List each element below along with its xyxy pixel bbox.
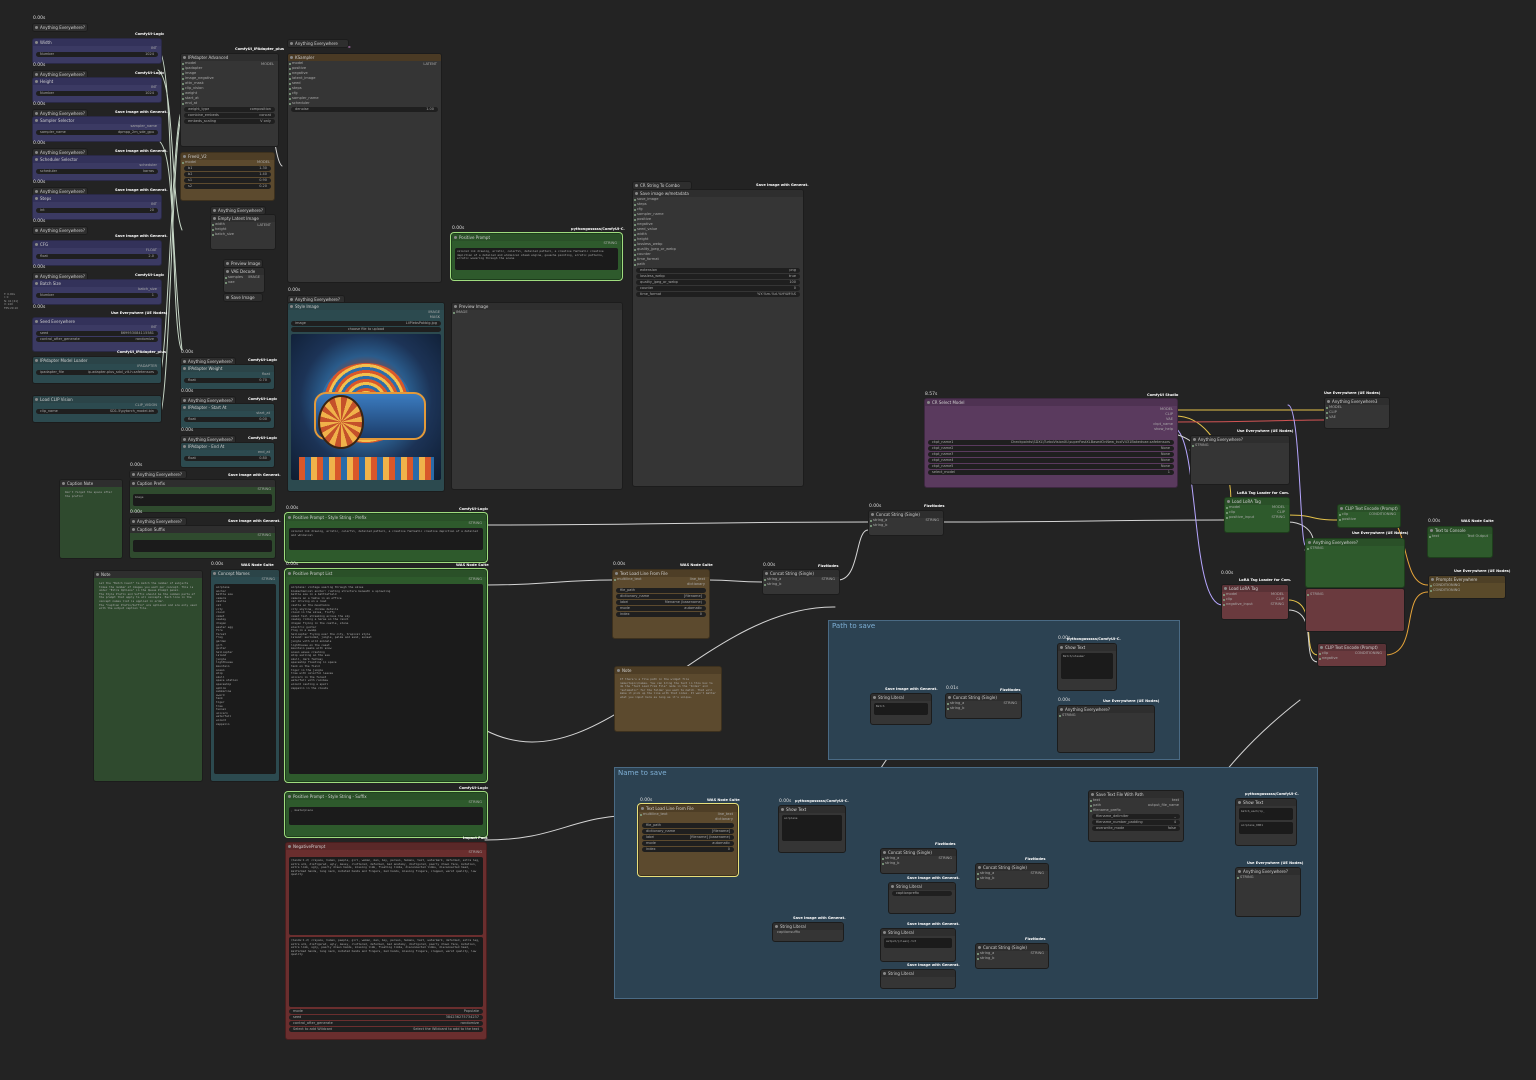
- wire: [939, 519, 1225, 523]
- node-note[interactable]: Note Let the "Batch Count" to match the …: [93, 570, 203, 782]
- stats-overlay: T: 0.00s I: 0 N: 41 [41] V: 140 FPS:29.1…: [4, 292, 19, 310]
- node-preview-image[interactable]: Preview Image IMAGE: [451, 302, 623, 490]
- node-seed-everywhere[interactable]: Seed Everywhere INT seed 869953084115581 …: [32, 317, 162, 352]
- node-concat-string-1[interactable]: Concat String (Single) string_a STRING st…: [762, 569, 840, 595]
- node-clip-text-encode-pos[interactable]: CLIP Text Encode (Prompt) clip CONDITIONI…: [1337, 504, 1401, 528]
- node-note-2[interactable]: Note If there's a file path in the widge…: [614, 666, 722, 732]
- node-load-lora-tag-neg[interactable]: Load LoRA Tag model MODEL clip CLIP negati…: [1221, 584, 1289, 620]
- wire: [837, 529, 869, 581]
- node-cr-select-model[interactable]: CR Select Model MODEL CLIP VAE ckpt_name…: [924, 398, 1178, 488]
- node-title: Width: [33, 39, 161, 46]
- node-save-image[interactable]: Save Image: [223, 293, 263, 302]
- node-empty-latent-image[interactable]: Empty Latent Image LATENT width height b…: [210, 214, 276, 250]
- ae-width[interactable]: Anything Everywhere?: [32, 23, 88, 32]
- node-show-text-output[interactable]: Show Text batch_each/ip_ airplane_0001: [1235, 798, 1297, 846]
- node-width[interactable]: Width INT Number 1024: [32, 38, 162, 64]
- node-prompts-everywhere[interactable]: Prompts Everywhere CONDITIONING CONDITIO…: [1428, 575, 1506, 599]
- node-steps[interactable]: Steps INT int 20: [32, 194, 162, 220]
- concept-list[interactable]: airplane anchor battle axe camera castle…: [214, 584, 276, 774]
- node-caption-note[interactable]: Caption Note Don't forget the space afte…: [59, 479, 123, 559]
- node-concat-name-b[interactable]: Concat String (Single) string_a STRING st…: [975, 863, 1049, 889]
- node-text-load-line-name[interactable]: Text Load Line From File multiline_text l…: [638, 804, 738, 876]
- node-concat-path[interactable]: Concat String (Single) string_a STRING st…: [945, 693, 1022, 719]
- node-ae-name[interactable]: Anything Everywhere? STRING: [1235, 867, 1301, 917]
- node-save-text-file[interactable]: Save Text File With Path text text path ou…: [1088, 790, 1184, 842]
- node-ipadapter-end[interactable]: IPAdapter - End At end_at float 0.80: [180, 442, 275, 468]
- node-vae-decode[interactable]: VAE Decode samples IMAGE vae: [223, 267, 265, 293]
- node-ae-negative[interactable]: STRING: [1305, 588, 1405, 632]
- node-string-literal-empty[interactable]: String Literal: [880, 969, 956, 989]
- node-negative-prompt[interactable]: NegativePrompt STRING (hands:1.2) crayon…: [285, 842, 487, 1040]
- node-text-load-line[interactable]: Text Load Line From File multiline_text l…: [612, 569, 710, 639]
- node-style-image[interactable]: Style Image IMAGE MASK image LilPlebsPakb…: [287, 302, 445, 492]
- ae-ksampler[interactable]: Anything Everywhere: [287, 39, 349, 48]
- node-concat-name-c[interactable]: Concat String (Single) string_a STRING st…: [975, 943, 1049, 969]
- wire: [484, 579, 613, 586]
- ae-cfg[interactable]: Anything Everywhere?: [32, 226, 88, 235]
- node-ipadapter-model-loader[interactable]: IPAdapter Model Loader IPADAPTER ipadapt…: [32, 356, 162, 384]
- ae-caption-prefix[interactable]: Anything Everywhere?: [129, 470, 187, 479]
- node-caption-suffix[interactable]: Caption Suffix STRING: [129, 525, 276, 559]
- node-load-clip-vision[interactable]: Load CLIP Vision CLIP_VISION clip_name SD…: [32, 395, 162, 423]
- prompt-textarea[interactable]: colored ink drawing, erratic, colorful, …: [455, 248, 618, 270]
- node-string-literal-caption[interactable]: String Literal captionprefix: [888, 882, 956, 914]
- timing: 0.00s: [33, 63, 46, 68]
- node-anything-everywhere3[interactable]: Anything Everywhere3 MODEL CLIP VAE: [1324, 397, 1390, 429]
- node-sampler-selector[interactable]: Sampler Selector sampler_name sampler_na…: [32, 116, 162, 142]
- node-concat-name-a[interactable]: Concat String (Single) string_a STRING st…: [880, 848, 957, 874]
- node-show-text-name[interactable]: Show Text airplane: [778, 805, 846, 853]
- number-widget[interactable]: Number 1024: [36, 52, 158, 57]
- node-caption-prefix[interactable]: Caption Prefix STRING Image: [129, 479, 276, 513]
- node-scheduler-selector[interactable]: Scheduler Selector scheduler scheduler ka…: [32, 155, 162, 181]
- node-positive-style-suffix[interactable]: Positive Prompt - Style String - Suffix …: [285, 792, 487, 837]
- node-string-literal-caption2[interactable]: String Literal captionsuffix: [772, 922, 844, 942]
- wire: [1287, 514, 1339, 521]
- node-show-text-path[interactable]: Show Text Batch/steamer: [1057, 643, 1117, 691]
- node-ipadapter-weight[interactable]: IPAdapter Weight float float 0.70: [180, 364, 275, 390]
- node-concept-names[interactable]: Concept Names STRING airplane anchor bat…: [210, 569, 280, 782]
- tag: ComfyUI-Logic: [135, 32, 165, 36]
- node-ae-positive[interactable]: Anything Everywhere? STRING: [1305, 538, 1405, 588]
- wire: [1174, 419, 1325, 423]
- node-batch-size[interactable]: Batch Size batch_size Number 1: [32, 279, 162, 305]
- node-text-to-console[interactable]: Text to Console text Text Output: [1427, 526, 1493, 558]
- node-string-literal-output[interactable]: String Literal output/{clean}.txt: [880, 928, 956, 962]
- node-ipadapter-advanced[interactable]: IPAdapter Advanced MODEL model ipadapter…: [180, 53, 279, 147]
- node-save-image-metadata[interactable]: Save image w/metadata save_image steps c…: [632, 189, 804, 487]
- node-positive-prompt-list[interactable]: Positive Prompt List STRING airplane: vi…: [285, 569, 487, 782]
- upload-button[interactable]: choose file to upload: [291, 327, 441, 332]
- node-ipadapter-start[interactable]: IPAdapter - Start At start_at float 0.00: [180, 403, 275, 429]
- node-positive-prompt[interactable]: Positive Prompt STRING colored ink drawi…: [451, 233, 622, 280]
- timing: 0.00s: [33, 16, 46, 21]
- wire: [484, 521, 869, 526]
- node-cfg[interactable]: CFG FLOAT float 2.0: [32, 240, 162, 266]
- style-image-preview: [291, 334, 441, 480]
- node-string-literal-path[interactable]: String Literal Batch: [870, 693, 932, 725]
- node-concat-string-2[interactable]: Concat String (Single) string_a STRING st…: [868, 510, 944, 536]
- node-freeu-v2[interactable]: FreeU_V2 model MODEL b1 1.30 b2 1.40 s1 0.90…: [180, 152, 275, 201]
- node-ksampler[interactable]: KSampler LATENT model positive negative …: [287, 53, 442, 283]
- group-title: Name to save: [618, 769, 667, 777]
- node-positive-style-prefix[interactable]: Positive Prompt - Style String - Prefix …: [285, 513, 487, 562]
- group-title: Path to save: [832, 622, 876, 630]
- node-clip-text-encode-neg[interactable]: CLIP Text Encode (Prompt) clip CONDITIONI…: [1317, 643, 1387, 667]
- node-height[interactable]: Height INT Number 1024: [32, 77, 162, 103]
- wire: [1287, 404, 1306, 546]
- node-ae-path[interactable]: Anything Everywhere? STRING: [1057, 705, 1155, 753]
- wire: [707, 579, 763, 583]
- node-load-lora-tag-pos[interactable]: Load LoRA Tag model MODEL clip CLIP positi…: [1224, 497, 1290, 533]
- node-ae-string[interactable]: Anything Everywhere? STRING: [1190, 435, 1290, 485]
